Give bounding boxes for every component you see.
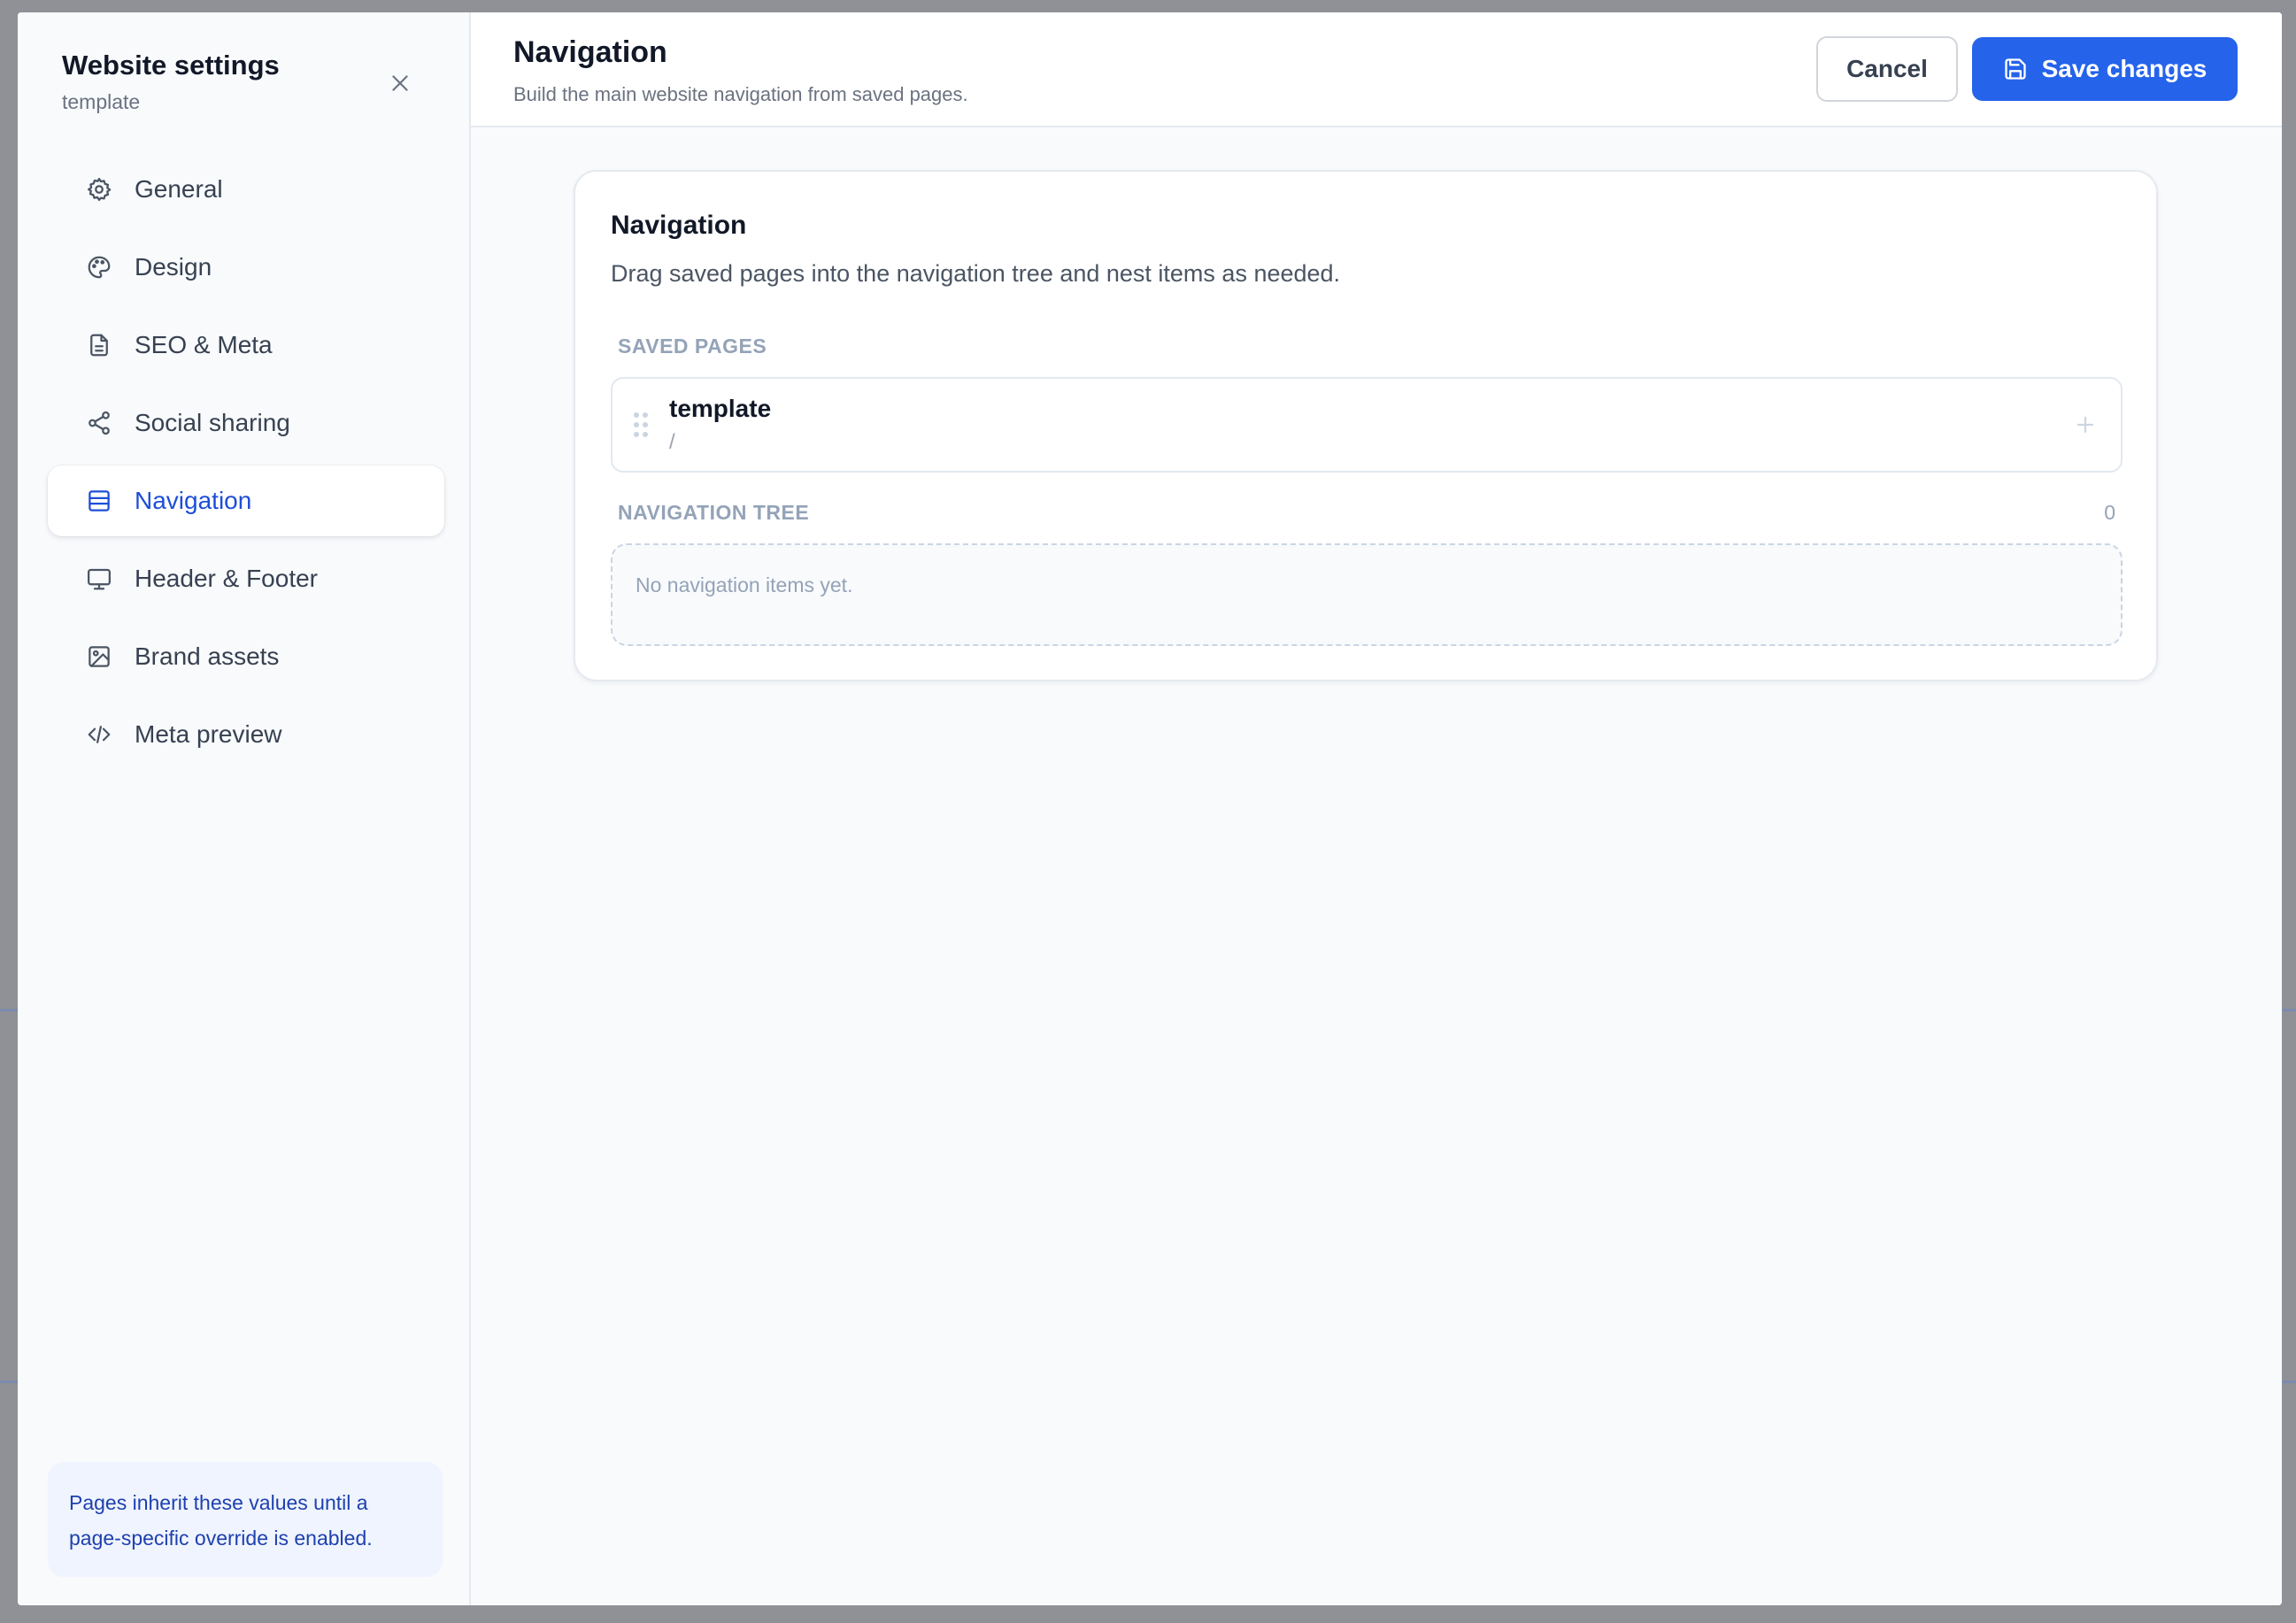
sidebar-item-seo-meta[interactable]: SEO & Meta — [48, 310, 444, 381]
document-icon — [85, 331, 113, 359]
navigation-tree-dropzone[interactable]: No navigation items yet. — [611, 543, 2123, 646]
background-line — [0, 1009, 18, 1011]
page-subtitle: Build the main website navigation from s… — [513, 83, 968, 105]
sidebar-item-design[interactable]: Design — [48, 232, 444, 303]
close-icon — [392, 75, 408, 91]
image-icon — [85, 642, 113, 671]
settings-sidebar: Website settings template General Design — [18, 12, 471, 1605]
code-icon — [85, 720, 113, 749]
sidebar-item-label: Navigation — [135, 487, 252, 514]
save-icon — [2003, 57, 2028, 81]
sidebar-item-label: General — [135, 175, 223, 203]
monitor-icon — [85, 565, 113, 593]
sidebar-item-label: Design — [135, 253, 212, 281]
background-line — [2282, 1009, 2296, 1011]
page-title: Navigation — [513, 35, 667, 69]
settings-modal: Website settings template General Design — [18, 12, 2282, 1605]
navigation-tree-label: NAVIGATION TREE — [618, 501, 810, 524]
background-line — [2282, 1381, 2296, 1383]
plus-icon — [2076, 416, 2094, 434]
sidebar-item-label: Meta preview — [135, 720, 282, 748]
sidebar-subtitle: template — [62, 90, 141, 113]
sidebar-item-label: Header & Footer — [135, 565, 318, 592]
main-panel: Navigation Build the main website naviga… — [471, 12, 2282, 1605]
sidebar-header: Website settings template — [62, 46, 434, 114]
cancel-button[interactable]: Cancel — [1816, 36, 1958, 102]
sidebar-item-brand-assets[interactable]: Brand assets — [48, 621, 444, 692]
sidebar-title: Website settings — [62, 50, 280, 81]
sidebar-item-label: Social sharing — [135, 409, 290, 436]
saved-page-path: / — [669, 430, 675, 454]
saved-page-item[interactable]: template / — [611, 377, 2123, 473]
background-line — [0, 1381, 18, 1383]
share-icon — [85, 409, 113, 437]
settings-nav: General Design SEO & Meta Social sharing — [48, 154, 444, 777]
inheritance-note: Pages inherit these values until a page-… — [48, 1462, 443, 1577]
card-title: Navigation — [611, 211, 747, 240]
navigation-tree-count: 0 — [2104, 501, 2115, 524]
save-button-label: Save changes — [2041, 55, 2207, 82]
palette-icon — [85, 253, 113, 281]
main-header: Navigation Build the main website naviga… — [471, 12, 2282, 127]
empty-state-text: No navigation items yet. — [636, 573, 853, 596]
navigation-card: Navigation Drag saved pages into the nav… — [574, 170, 2158, 681]
sidebar-item-label: SEO & Meta — [135, 331, 273, 358]
navigation-list-icon — [85, 487, 113, 515]
sidebar-item-header-footer[interactable]: Header & Footer — [48, 543, 444, 614]
sidebar-item-navigation[interactable]: Navigation — [48, 465, 444, 536]
saved-pages-label: SAVED PAGES — [618, 335, 767, 358]
sidebar-item-meta-preview[interactable]: Meta preview — [48, 699, 444, 770]
gear-icon — [85, 175, 113, 204]
close-button[interactable] — [381, 64, 420, 103]
save-changes-button[interactable]: Save changes — [1972, 37, 2238, 101]
sidebar-item-label: Brand assets — [135, 642, 280, 670]
sidebar-item-general[interactable]: General — [48, 154, 444, 225]
saved-page-name: template — [669, 395, 772, 422]
drag-handle-icon[interactable] — [634, 412, 651, 439]
sidebar-item-social-sharing[interactable]: Social sharing — [48, 388, 444, 458]
card-description: Drag saved pages into the navigation tre… — [611, 260, 1341, 287]
add-to-navigation-button[interactable] — [2071, 411, 2100, 439]
